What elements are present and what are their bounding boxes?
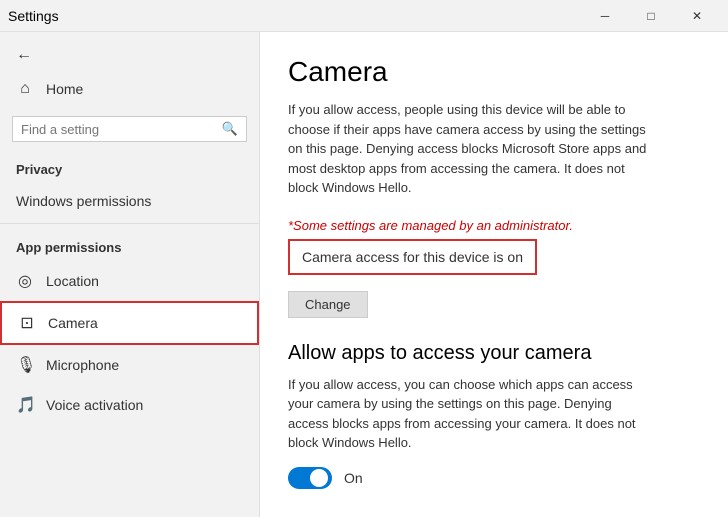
- search-icon: 🔍: [222, 121, 238, 137]
- back-button[interactable]: ←: [0, 40, 259, 70]
- page-title: Camera: [288, 56, 700, 88]
- maximize-button[interactable]: □: [628, 0, 674, 32]
- camera-access-toggle[interactable]: [288, 467, 332, 489]
- sidebar-item-windows-permissions[interactable]: Windows permissions: [0, 183, 259, 219]
- sidebar-item-location[interactable]: ◎ Location: [0, 261, 259, 301]
- content-description: If you allow access, people using this d…: [288, 100, 648, 198]
- sidebar-location-label: Location: [46, 273, 99, 289]
- search-input[interactable]: [21, 122, 216, 137]
- sidebar: ← ⌂ Home 🔍 Privacy Windows permissions A…: [0, 32, 260, 517]
- home-icon: ⌂: [16, 80, 34, 98]
- titlebar-controls: ─ □ ✕: [582, 0, 720, 32]
- sidebar-item-voice-activation[interactable]: 🎵 Voice activation: [0, 385, 259, 425]
- windows-permissions-label: Windows permissions: [16, 193, 151, 209]
- microphone-icon: 🎙: [16, 355, 34, 375]
- camera-icon: ⊡: [18, 313, 36, 333]
- sidebar-home-label: Home: [46, 81, 83, 97]
- voice-icon: 🎵: [16, 395, 34, 415]
- back-icon: ←: [16, 46, 32, 64]
- allow-apps-description: If you allow access, you can choose whic…: [288, 375, 648, 453]
- privacy-section-label: Privacy: [0, 150, 259, 183]
- location-icon: ◎: [16, 271, 34, 291]
- allow-apps-title: Allow apps to access your camera: [288, 342, 700, 365]
- titlebar: Settings ─ □ ✕: [0, 0, 728, 32]
- sidebar-camera-label: Camera: [48, 315, 98, 331]
- close-button[interactable]: ✕: [674, 0, 720, 32]
- sidebar-item-camera[interactable]: ⊡ Camera: [0, 301, 259, 345]
- content-area: Camera If you allow access, people using…: [260, 32, 728, 517]
- sidebar-microphone-label: Microphone: [46, 357, 119, 373]
- sidebar-item-home[interactable]: ⌂ Home: [0, 70, 259, 108]
- sidebar-voice-label: Voice activation: [46, 397, 143, 413]
- admin-notice: *Some settings are managed by an adminis…: [288, 218, 700, 233]
- device-access-status-text: Camera access for this device is on: [302, 249, 523, 265]
- sidebar-item-microphone[interactable]: 🎙 Microphone: [0, 345, 259, 385]
- app-permissions-section-label: App permissions: [0, 228, 259, 261]
- titlebar-title: Settings: [8, 8, 59, 24]
- minimize-button[interactable]: ─: [582, 0, 628, 32]
- sidebar-search-box[interactable]: 🔍: [12, 116, 247, 142]
- toggle-row: On: [288, 467, 700, 489]
- change-button[interactable]: Change: [288, 291, 368, 318]
- sidebar-divider: [0, 223, 259, 224]
- titlebar-left: Settings: [8, 8, 59, 24]
- device-access-status-box: Camera access for this device is on: [288, 239, 537, 275]
- app-layout: ← ⌂ Home 🔍 Privacy Windows permissions A…: [0, 32, 728, 517]
- toggle-label: On: [344, 470, 363, 486]
